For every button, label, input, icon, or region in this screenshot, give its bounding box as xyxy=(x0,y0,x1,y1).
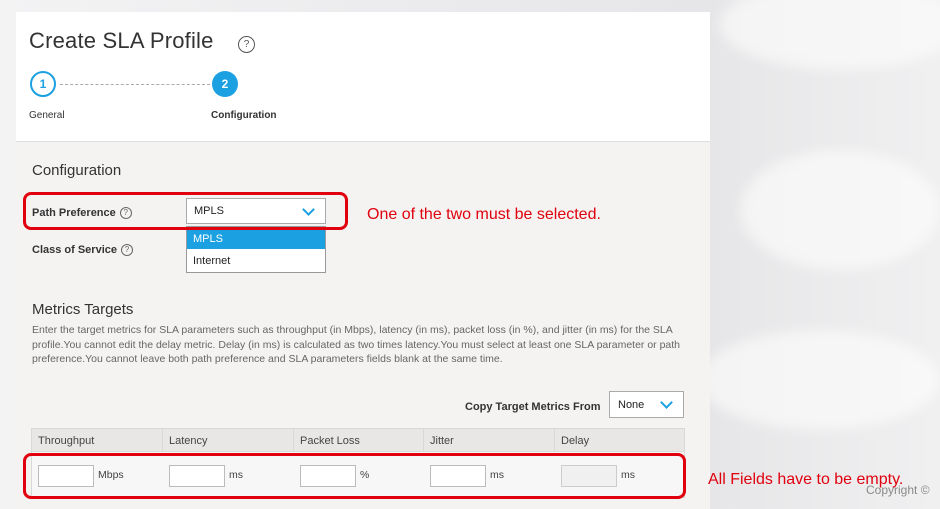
option-internet[interactable]: Internet xyxy=(187,251,325,271)
question-circle-icon[interactable]: ? xyxy=(238,36,255,53)
column-header-throughput: Throughput xyxy=(32,429,163,451)
metrics-fields-annotation: All Fields have to be empty. xyxy=(708,471,904,488)
metrics-targets-heading: Metrics Targets xyxy=(32,301,134,318)
step-connector xyxy=(60,84,210,85)
path-preference-annotation: One of the two must be selected. xyxy=(367,206,601,223)
step-2-circle[interactable]: 2 xyxy=(212,71,238,97)
path-preference-dropdown: MPLS Internet xyxy=(186,226,326,273)
class-of-service-label: Class of Service? xyxy=(32,244,133,256)
metrics-table-header: Throughput Latency Packet Loss Jitter De… xyxy=(31,428,685,452)
step-1-circle[interactable]: 1 xyxy=(30,71,56,97)
configuration-heading: Configuration xyxy=(32,162,122,179)
path-preference-highlight xyxy=(23,192,348,230)
create-sla-profile-panel: Create SLA Profile ? 1 2 General Configu… xyxy=(16,12,710,509)
step-2-label: Configuration xyxy=(211,110,277,121)
metrics-row-highlight xyxy=(23,453,686,499)
page-title: Create SLA Profile xyxy=(29,28,214,53)
copy-target-metrics-select[interactable]: None xyxy=(609,391,684,418)
column-header-latency: Latency xyxy=(163,429,294,451)
wizard-header: Create SLA Profile ? 1 2 General Configu… xyxy=(16,12,710,142)
copy-from-value: None xyxy=(618,399,645,411)
metrics-description: Enter the target metrics for SLA paramet… xyxy=(32,324,681,365)
column-header-delay: Delay xyxy=(561,435,590,447)
option-mpls[interactable]: MPLS xyxy=(187,229,325,249)
question-circle-icon[interactable]: ? xyxy=(121,244,133,256)
column-header-packet-loss: Packet Loss xyxy=(294,429,424,451)
column-header-jitter: Jitter xyxy=(424,429,555,451)
copy-target-metrics-label: Copy Target Metrics From xyxy=(465,401,601,413)
chevron-down-icon xyxy=(660,396,673,409)
step-1-label: General xyxy=(29,110,65,121)
